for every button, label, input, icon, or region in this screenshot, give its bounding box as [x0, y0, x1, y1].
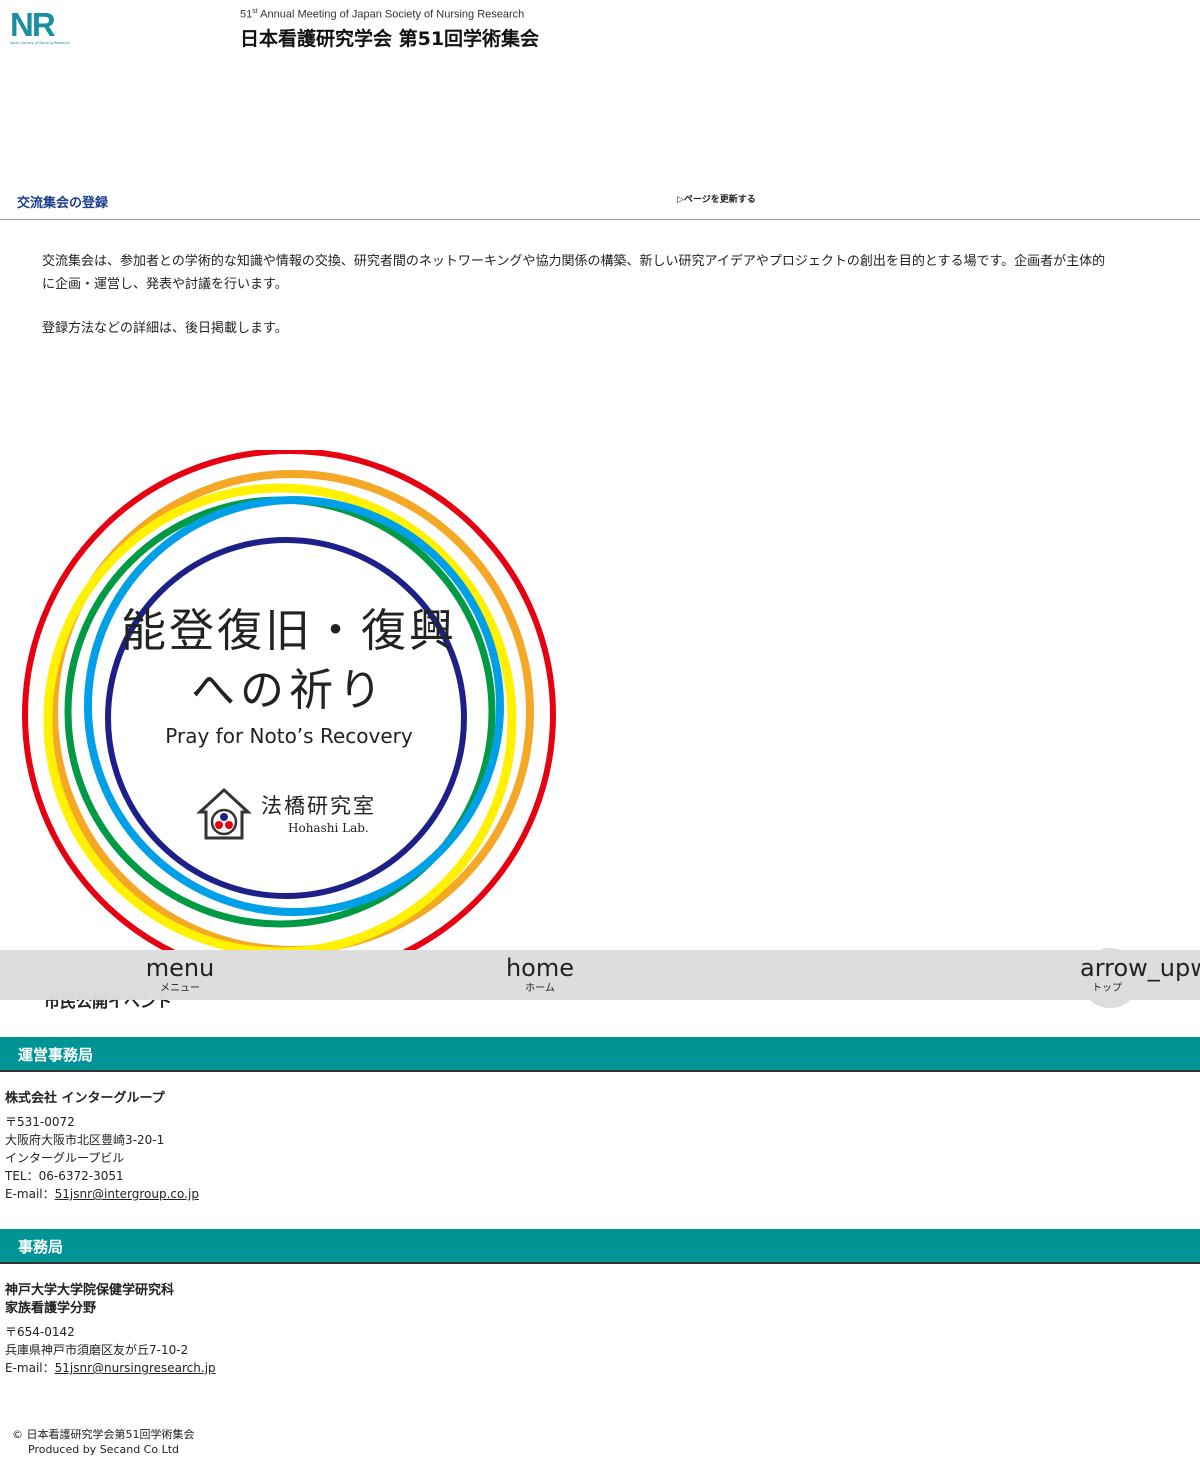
intro-paragraph: 登録方法などの詳細は、後日掲載します。	[42, 321, 288, 336]
banner-title-line1: 能登復旧・復興	[120, 604, 457, 657]
office-heading: 運営事務局	[18, 1046, 94, 1064]
site-subtitle: 51st Annual Meeting of Japan Society of …	[240, 8, 525, 21]
menu-button[interactable]: menu メニュー	[130, 952, 230, 994]
secretariat-email-link[interactable]: 51jsnr@nursingresearch.jp	[55, 1361, 216, 1375]
banner-lab-name-en: Hohashi Lab.	[288, 821, 369, 835]
bottom-nav-items: menu メニュー home ホーム arrow_upw トップ	[0, 950, 1200, 1000]
email-label: E-mail：	[5, 1361, 55, 1375]
back-to-top-button[interactable]: arrow_upw トップ	[1080, 952, 1200, 994]
secretariat-org-name: 神戸大学大学院保健学研究科	[5, 1283, 175, 1298]
banner-english-text: Pray for Noto’s Recovery	[165, 724, 413, 748]
menu-icon: menu	[145, 954, 215, 982]
office-tel: TEL：06-6372-3051	[5, 1169, 124, 1183]
office-email-row: E-mail：51jsnr@intergroup.co.jp	[5, 1185, 199, 1203]
secretariat-address-line: 兵庫県神戸市須磨区友が丘7-10-2	[5, 1343, 189, 1357]
secretariat-section-header: 事務局	[0, 1229, 1200, 1264]
secretariat-email-row: E-mail：51jsnr@nursingresearch.jp	[5, 1359, 216, 1377]
office-address-line: 大阪府大阪市北区豊崎3-20-1	[5, 1133, 165, 1147]
page-title: 交流集会の登録	[17, 196, 109, 211]
logo-mark: NR	[10, 6, 56, 43]
office-zip: 〒531-0072	[5, 1115, 75, 1129]
office-section-header: 運営事務局	[0, 1037, 1200, 1072]
footer-copyright: © 日本看護研究学会第51回学術集会	[12, 1428, 195, 1441]
office-contact: 株式会社 インターグループ 〒531-0072 大阪府大阪市北区豊崎3-20-1…	[5, 1090, 199, 1203]
heading-divider	[0, 219, 1200, 220]
site-title[interactable]: 日本看護研究学会 第51回学術集会	[240, 24, 539, 51]
office-org-name: 株式会社 インターグループ	[5, 1091, 165, 1106]
office-email-link[interactable]: 51jsnr@intergroup.co.jp	[55, 1187, 199, 1201]
home-label: ホーム	[525, 983, 555, 994]
secretariat-zip: 〒654-0142	[5, 1325, 75, 1339]
ring-yellow	[43, 483, 517, 950]
arrow-upward-icon: arrow_upw	[1080, 954, 1200, 982]
secretariat-dept-name: 家族看護学分野	[5, 1301, 97, 1316]
office-address-line: インターグループビル	[5, 1151, 125, 1165]
home-button[interactable]: home ホーム	[490, 952, 590, 994]
hohashi-lab-house-icon	[196, 787, 252, 840]
footer-producer: Produced by Secand Co Ltd	[28, 1443, 180, 1456]
noto-recovery-banner[interactable]: 能登復旧・復興 への祈り Pray for Noto’s Recovery 法橋…	[18, 450, 560, 950]
home-icon: home	[505, 954, 575, 982]
refresh-page-link[interactable]: ▷ページを更新する	[677, 192, 756, 205]
banner-title-line2: への祈り	[191, 665, 387, 716]
intro-paragraph: 交流集会は、参加者との学術的な知識や情報の交換、研究者間のネットワーキングや協力…	[42, 254, 1106, 292]
menu-label: メニュー	[160, 983, 200, 994]
secretariat-heading: 事務局	[18, 1238, 64, 1256]
intro-text: 交流集会は、参加者との学術的な知識や情報の交換、研究者間のネットワーキングや協力…	[42, 250, 1117, 340]
banner-lab-name: 法橋研究室	[261, 794, 376, 818]
email-label: E-mail：	[5, 1187, 55, 1201]
site-logo[interactable]: NR Japan Society of Nursing Research	[10, 6, 71, 45]
logo-subtext: Japan Society of Nursing Research	[10, 41, 71, 45]
secretariat-contact: 神戸大学大学院保健学研究科 家族看護学分野 〒654-0142 兵庫県神戸市須磨…	[5, 1282, 216, 1377]
top-label: トップ	[1092, 983, 1122, 994]
